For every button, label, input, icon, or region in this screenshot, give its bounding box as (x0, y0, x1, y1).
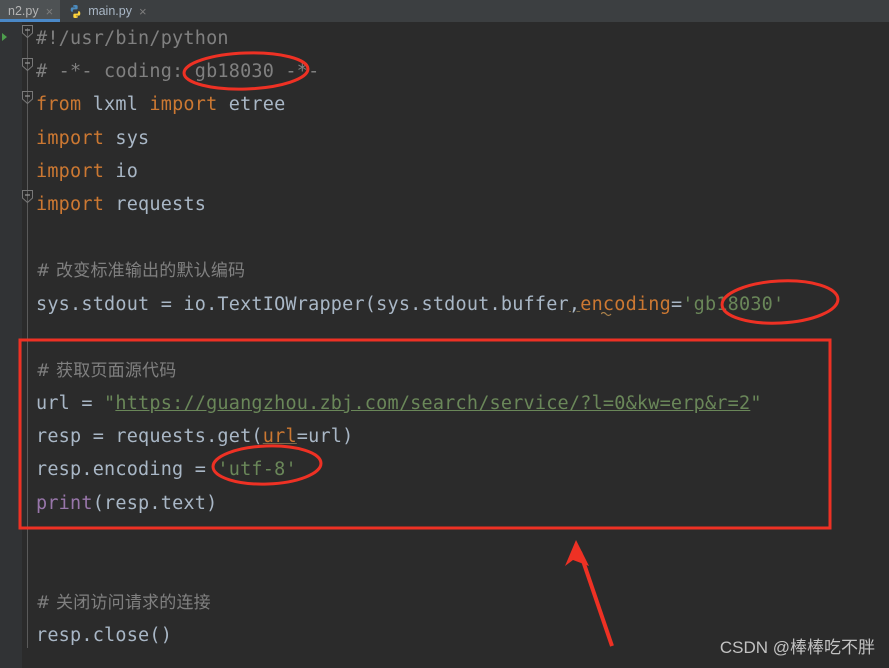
code-token: resp.close() (36, 625, 173, 647)
code-token: " (750, 393, 762, 415)
code-token: " (104, 393, 116, 415)
code-token: print (36, 492, 93, 514)
code-line-import-lxml[interactable]: from lxml import etree (0, 88, 889, 121)
code-line-coding-decl[interactable]: # -*- coding: gb18030 -*- (0, 55, 889, 88)
code-line-comment-close[interactable]: # 关闭访问请求的连接 (0, 586, 889, 619)
close-icon[interactable]: × (46, 5, 54, 18)
code-token: sys.stdout = io.TextIOWrapper(sys.stdout… (36, 293, 569, 315)
code-token: , (568, 293, 581, 315)
code-line-shebang[interactable]: #!/usr/bin/python (0, 22, 889, 55)
code-line-import-requests[interactable]: import requests (0, 188, 889, 221)
code-lines[interactable]: #!/usr/bin/python # -*- coding: gb18030 -… (0, 22, 889, 653)
code-token: from (36, 94, 82, 116)
tab-label: n2.py (8, 4, 39, 18)
code-token: encoding (580, 293, 671, 315)
code-line-stdout-wrapper[interactable]: sys.stdout = io.TextIOWrapper(sys.stdout… (0, 288, 889, 321)
code-token: (resp.text) (92, 492, 218, 514)
code-line-blank-4[interactable] (0, 553, 889, 586)
tab-main-py[interactable]: main.py × (60, 0, 154, 22)
code-token: requests (104, 193, 207, 215)
tab-label: main.py (88, 4, 132, 18)
code-token: =url) (296, 426, 354, 448)
code-line-comment-stdout[interactable]: # 改变标准输出的默认编码 (0, 254, 889, 287)
code-line-blank-1[interactable] (0, 221, 889, 254)
tab-main2-py[interactable]: n2.py × (0, 0, 61, 22)
code-line-import-io[interactable]: import io (0, 155, 889, 188)
code-token: resp = requests.get( (36, 426, 263, 448)
code-token: # 获取页面源代码 (36, 360, 177, 381)
code-token: 'gb18030' (682, 293, 785, 315)
code-token: url = (36, 393, 105, 415)
code-line-comment-fetch[interactable]: # 获取页面源代码 (0, 354, 889, 387)
code-line-blank-2[interactable] (0, 321, 889, 354)
code-line-import-sys[interactable]: import sys (0, 122, 889, 155)
code-line-blank-3[interactable] (0, 520, 889, 553)
code-token: https://guangzhou.zbj.com/search/service… (115, 393, 751, 415)
code-token: import (149, 94, 218, 116)
code-token: = (670, 293, 683, 315)
editor-tab-bar: n2.py × main.py × (0, 0, 889, 22)
code-token: import (36, 160, 105, 182)
code-token: import (36, 193, 105, 215)
code-token: sys (104, 127, 150, 149)
code-token: io (104, 160, 139, 182)
code-token: #!/usr/bin/python (36, 28, 229, 49)
code-token: import (36, 127, 105, 149)
code-token: url (262, 426, 297, 448)
code-token: # 改变标准输出的默认编码 (36, 261, 246, 282)
csdn-watermark: CSDN @棒棒吃不胖 (719, 638, 875, 657)
code-line-url-assign[interactable]: url = "https://guangzhou.zbj.com/search/… (0, 387, 889, 420)
code-line-resp-get[interactable]: resp = requests.get(url=url) (0, 420, 889, 453)
close-icon[interactable]: × (139, 5, 147, 18)
code-token: # -*- coding: gb18030 -*- (36, 61, 320, 83)
code-token: lxml (81, 94, 150, 116)
code-token: # 关闭访问请求的连接 (36, 593, 211, 614)
code-token: etree (217, 94, 286, 116)
code-line-print-text[interactable]: print(resp.text) (0, 487, 889, 520)
code-line-resp-encoding[interactable]: resp.encoding = 'utf-8' (0, 453, 889, 486)
code-token: resp.encoding = (36, 459, 218, 481)
python-file-icon (68, 4, 83, 19)
code-editor-pane[interactable]: #!/usr/bin/python # -*- coding: gb18030 -… (0, 22, 889, 668)
code-token: 'utf-8' (217, 459, 297, 481)
